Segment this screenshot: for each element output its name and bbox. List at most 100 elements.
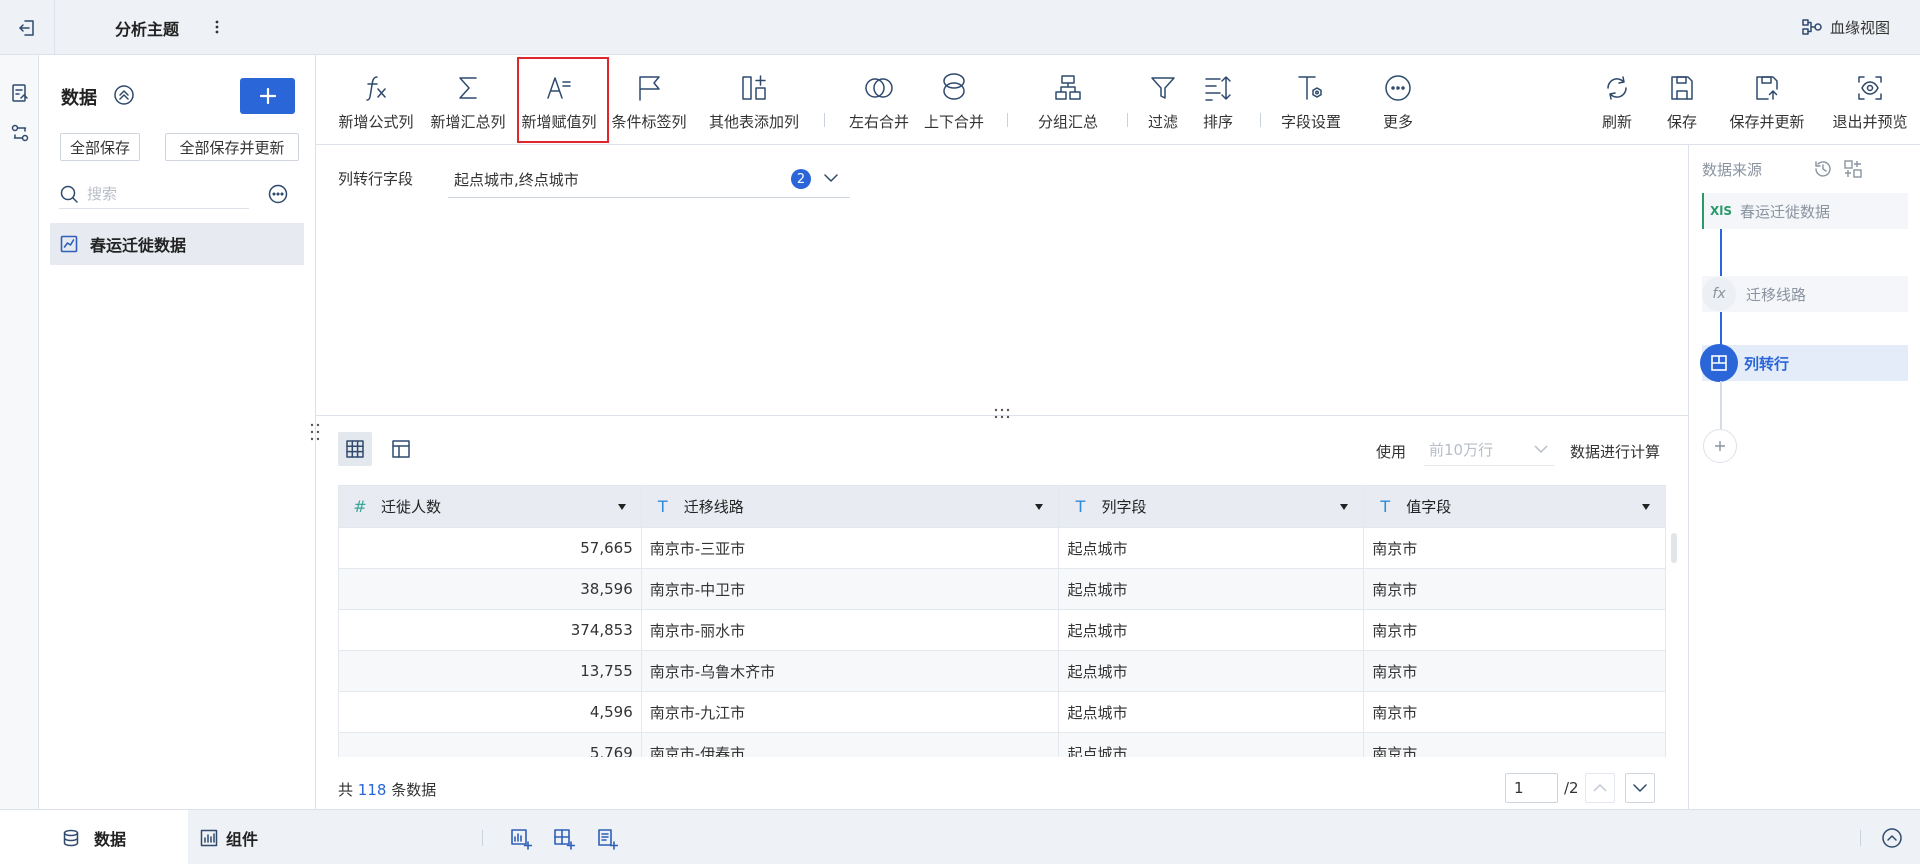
add-step-button[interactable]: [1703, 429, 1737, 463]
column-header[interactable]: T 迁移线路: [641, 486, 1060, 528]
resize-grip-icon[interactable]: [993, 407, 1011, 421]
flow-node-label: 迁移线路: [1746, 285, 1807, 304]
unpivot-field-label: 列转行字段: [338, 170, 414, 188]
condition-label-column-button[interactable]: 条件标签列: [609, 67, 689, 141]
refresh-icon: [1607, 76, 1627, 100]
column-header[interactable]: T 列字段: [1059, 486, 1365, 528]
add-data-button[interactable]: [240, 78, 295, 114]
cell-count[interactable]: 5,769: [339, 733, 642, 757]
flow-title: 数据来源: [1702, 161, 1763, 179]
field-settings-button[interactable]: 字段设置: [1271, 67, 1351, 141]
grid-view-toggle[interactable]: [338, 432, 372, 466]
cell-column-field[interactable]: 起点城市: [1059, 692, 1365, 733]
search-box: [59, 179, 249, 209]
save-update-icon: [1756, 76, 1778, 100]
add-report-icon[interactable]: [596, 828, 618, 850]
flow-node-formula[interactable]: fx 迁移线路: [1702, 276, 1908, 312]
cell-route[interactable]: 南京市-丽水市: [641, 610, 1060, 651]
collapse-up-icon[interactable]: [113, 84, 135, 106]
unpivot-field-select[interactable]: 起点城市,终点城市 2: [448, 162, 850, 198]
expand-up-icon[interactable]: [1881, 827, 1903, 849]
lineage-view-button[interactable]: 血缘视图: [1802, 13, 1890, 41]
page-number-input[interactable]: 1: [1505, 773, 1558, 803]
cell-value-field[interactable]: 南京市: [1364, 692, 1666, 733]
sort-caret-icon[interactable]: [617, 503, 627, 511]
sort-caret-icon[interactable]: [1339, 503, 1349, 511]
sort-caret-icon[interactable]: [1034, 503, 1044, 511]
flow-node-unpivot[interactable]: 列转行: [1700, 344, 1908, 382]
layout-view-toggle[interactable]: [384, 432, 418, 466]
cell-count[interactable]: 374,853: [339, 610, 642, 651]
flow-connector: [1720, 381, 1722, 429]
group-summary-button[interactable]: 分组汇总: [1028, 67, 1108, 141]
cell-column-field[interactable]: 起点城市: [1059, 610, 1365, 651]
column-name: 列字段: [1101, 498, 1147, 516]
ud-merge-icon: [943, 73, 965, 100]
cell-route[interactable]: 南京市-乌鲁木齐市: [641, 651, 1060, 692]
cell-count[interactable]: 38,596: [339, 569, 642, 610]
tab-component[interactable]: 组件: [200, 810, 258, 865]
cell-column-field[interactable]: 起点城市: [1059, 651, 1365, 692]
prev-page-button[interactable]: [1585, 773, 1615, 803]
cell-route[interactable]: 南京市-中卫市: [641, 569, 1060, 610]
column-header[interactable]: T 值字段: [1364, 486, 1666, 528]
cell-value-field[interactable]: 南京市: [1364, 569, 1666, 610]
database-icon: [63, 829, 79, 846]
filter-button[interactable]: 过滤: [1138, 67, 1188, 141]
sort-button[interactable]: 排序: [1193, 67, 1243, 141]
other-table-column-button[interactable]: 其他表添加列: [704, 67, 804, 141]
cell-column-field[interactable]: 起点城市: [1059, 569, 1365, 610]
more-menu-icon[interactable]: [210, 14, 224, 40]
cell-column-field[interactable]: 起点城市: [1059, 528, 1365, 569]
calc-label: 数据进行计算: [1570, 443, 1661, 461]
save-all-update-button[interactable]: 全部保存并更新: [165, 133, 299, 161]
left-right-merge-button[interactable]: 左右合并: [844, 67, 914, 141]
save-update-button[interactable]: 保存并更新: [1717, 67, 1817, 141]
cell-value-field[interactable]: 南京市: [1364, 733, 1666, 757]
refresh-button[interactable]: 刷新: [1582, 67, 1652, 141]
column-header[interactable]: # 迁徙人数: [339, 486, 642, 528]
add-component-icon[interactable]: [510, 828, 532, 850]
exit-preview-button[interactable]: 退出并预览: [1822, 67, 1918, 141]
cell-column-field[interactable]: 起点城市: [1059, 733, 1365, 757]
add-formula-column-button[interactable]: 新增公式列: [336, 67, 416, 141]
more-button[interactable]: 更多: [1368, 67, 1428, 141]
sort-caret-icon[interactable]: [1641, 503, 1651, 511]
fit-view-icon[interactable]: [1843, 159, 1863, 179]
cell-route[interactable]: 南京市-三亚市: [641, 528, 1060, 569]
flow-node-source[interactable]: XlS 春运迁徙数据: [1702, 193, 1908, 229]
row-limit-select[interactable]: 前10万行: [1424, 434, 1554, 466]
dataset-chart-icon: [60, 235, 78, 253]
cell-value-field[interactable]: 南京市: [1364, 610, 1666, 651]
table-scrollbar[interactable]: [1671, 533, 1677, 563]
sort-label: 排序: [1202, 113, 1233, 131]
save-all-button[interactable]: 全部保存: [60, 133, 140, 161]
cell-route[interactable]: 南京市-九江市: [641, 692, 1060, 733]
chevron-down-icon: [1633, 784, 1647, 792]
tab-data[interactable]: 数据: [0, 810, 188, 865]
cell-value-field[interactable]: 南京市: [1364, 528, 1666, 569]
cell-route[interactable]: 南京市-伊春市: [642, 733, 1060, 757]
tab-data-label: 数据: [93, 829, 126, 849]
row-limit-value: 前10万行: [1429, 441, 1494, 459]
up-down-merge-button[interactable]: 上下合并: [919, 67, 989, 141]
chevron-down-icon: [1534, 444, 1548, 454]
search-options-icon[interactable]: [268, 184, 288, 204]
exit-icon[interactable]: [0, 0, 55, 55]
dataset-item[interactable]: 春运迁徙数据: [50, 223, 304, 265]
model-link-icon[interactable]: [0, 113, 39, 153]
cell-count[interactable]: 57,665: [339, 528, 642, 569]
add-summary-column-button[interactable]: 新增汇总列: [428, 67, 508, 141]
history-icon[interactable]: [1813, 159, 1833, 179]
search-input[interactable]: [87, 184, 237, 203]
next-page-button[interactable]: [1625, 773, 1655, 803]
page-title: 分析主题: [115, 20, 180, 39]
cell-count[interactable]: 4,596: [339, 692, 642, 733]
add-dashboard-icon[interactable]: [553, 828, 575, 850]
cell-value-field[interactable]: 南京市: [1364, 651, 1666, 692]
cell-count[interactable]: 13,755: [339, 651, 642, 692]
data-prep-icon[interactable]: [0, 73, 39, 113]
side-drag-handle-icon[interactable]: [310, 422, 320, 442]
save-button[interactable]: 保存: [1652, 67, 1712, 141]
total-rows-text: 共 118 条数据: [338, 779, 436, 800]
